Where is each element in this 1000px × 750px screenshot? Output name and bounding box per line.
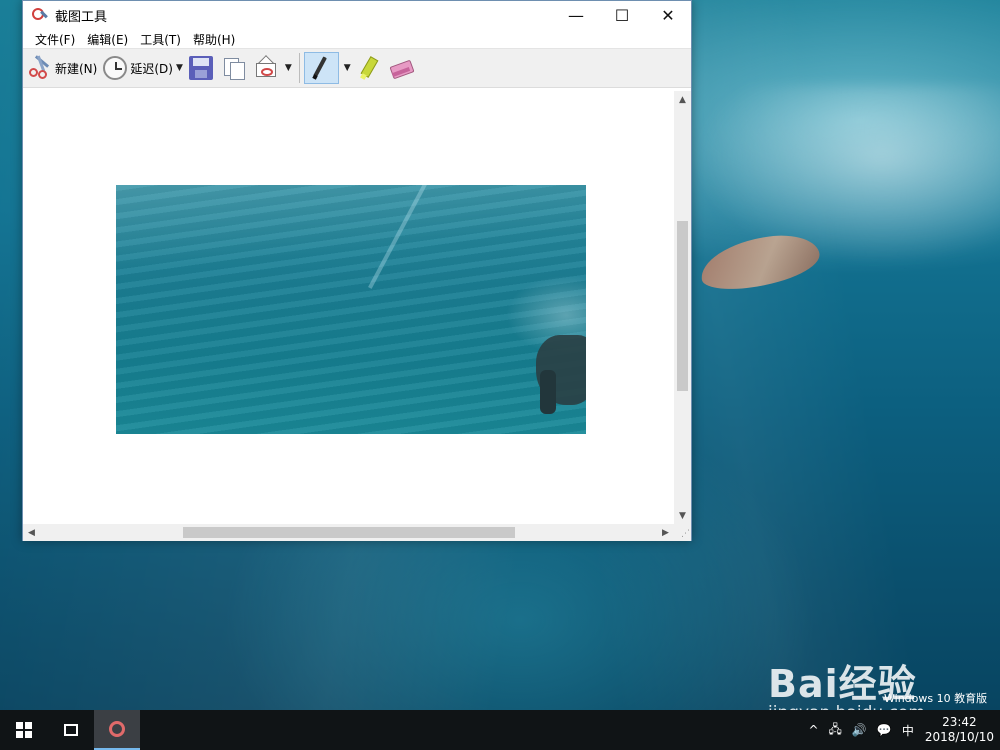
taskbar: ^ 🖧 🔊 💬 中 23:42 2018/10/10 [0, 710, 1000, 750]
highlighter-icon [356, 56, 380, 80]
horizontal-scrollbar[interactable]: ◀ ▶ ⋰ [23, 524, 691, 541]
volume-icon[interactable]: 🔊 [852, 723, 867, 737]
scroll-left-arrow[interactable]: ◀ [23, 524, 40, 541]
task-view-icon [64, 724, 78, 736]
menu-file[interactable]: 文件(F) [29, 31, 81, 48]
resize-grip[interactable]: ⋰ [678, 528, 690, 540]
taskbar-snipping-tool[interactable] [94, 710, 140, 750]
save-icon [188, 56, 213, 80]
horizontal-scroll-thumb[interactable] [183, 527, 515, 538]
scroll-right-arrow[interactable]: ▶ [657, 524, 674, 541]
new-snip-button[interactable]: 新建(N) [25, 52, 100, 84]
start-button[interactable] [0, 710, 48, 750]
chevron-down-icon[interactable]: ▼ [285, 63, 292, 73]
close-button[interactable]: ✕ [645, 1, 691, 30]
toolbar-separator [298, 53, 300, 83]
windows-logo-icon [16, 722, 32, 738]
title-bar[interactable]: 截图工具 — ☐ ✕ [23, 1, 691, 30]
system-tray: ^ 🖧 🔊 💬 中 23:42 2018/10/10 [803, 710, 994, 750]
scissors-icon [109, 721, 125, 737]
mail-icon [255, 55, 279, 80]
notification-icon[interactable]: 💬 [877, 723, 892, 737]
copy-icon [222, 56, 246, 80]
network-icon[interactable]: 🖧 [829, 720, 842, 741]
task-view-button[interactable] [48, 710, 94, 750]
chevron-down-icon: ▼ [175, 63, 183, 73]
pen-button[interactable] [303, 52, 339, 84]
menu-help[interactable]: 帮助(H) [187, 31, 241, 48]
eraser-icon [389, 56, 415, 80]
delay-button[interactable]: 延迟(D) ▼ [100, 52, 186, 84]
scroll-up-arrow[interactable]: ▲ [674, 91, 691, 108]
pen-icon [308, 56, 332, 80]
clock[interactable]: 23:42 2018/10/10 [925, 715, 994, 745]
pen-dropdown-button[interactable]: ▼ [339, 52, 353, 84]
window-title: 截图工具 [55, 10, 108, 25]
delay-label: 延迟(D) [130, 61, 173, 76]
scissors-icon [28, 55, 52, 80]
menu-bar: 文件(F) 编辑(E) 工具(T) 帮助(H) [23, 30, 691, 48]
snip-canvas[interactable]: ▲ ▼ ◀ ▶ ⋰ [23, 91, 691, 541]
clock-icon [103, 56, 128, 80]
clock-date: 2018/10/10 [924, 730, 994, 744]
ime-indicator[interactable]: 中 [902, 722, 914, 739]
copy-button[interactable] [219, 52, 252, 84]
menu-edit[interactable]: 编辑(E) [81, 31, 134, 48]
clock-time: 23:42 [942, 715, 977, 729]
send-snip-button[interactable]: ▼ [252, 52, 295, 84]
os-edition-label: Windows 10 教育版 [884, 692, 988, 705]
tray-expand-icon[interactable]: ^ [808, 723, 818, 737]
snipping-tool-window: 截图工具 — ☐ ✕ 文件(F) 编辑(E) 工具(T) 帮助(H) 新建(N)… [22, 0, 692, 541]
new-snip-label: 新建(N) [55, 61, 98, 76]
menu-tools[interactable]: 工具(T) [134, 31, 187, 48]
captured-image[interactable] [116, 185, 586, 434]
minimize-button[interactable]: — [553, 1, 599, 30]
vertical-scroll-thumb[interactable] [677, 221, 688, 391]
scroll-down-arrow[interactable]: ▼ [674, 507, 691, 524]
highlighter-button[interactable] [353, 52, 386, 84]
save-button[interactable] [186, 52, 219, 84]
desktop-wave [690, 85, 1000, 265]
vertical-scrollbar[interactable]: ▲ ▼ [674, 91, 691, 524]
scissors-icon [31, 7, 49, 25]
toolbar: 新建(N) 延迟(D) ▼ ▼ ▼ [23, 48, 691, 88]
chevron-down-icon: ▼ [343, 63, 351, 73]
maximize-button[interactable]: ☐ [599, 1, 645, 30]
eraser-button[interactable] [386, 52, 419, 84]
